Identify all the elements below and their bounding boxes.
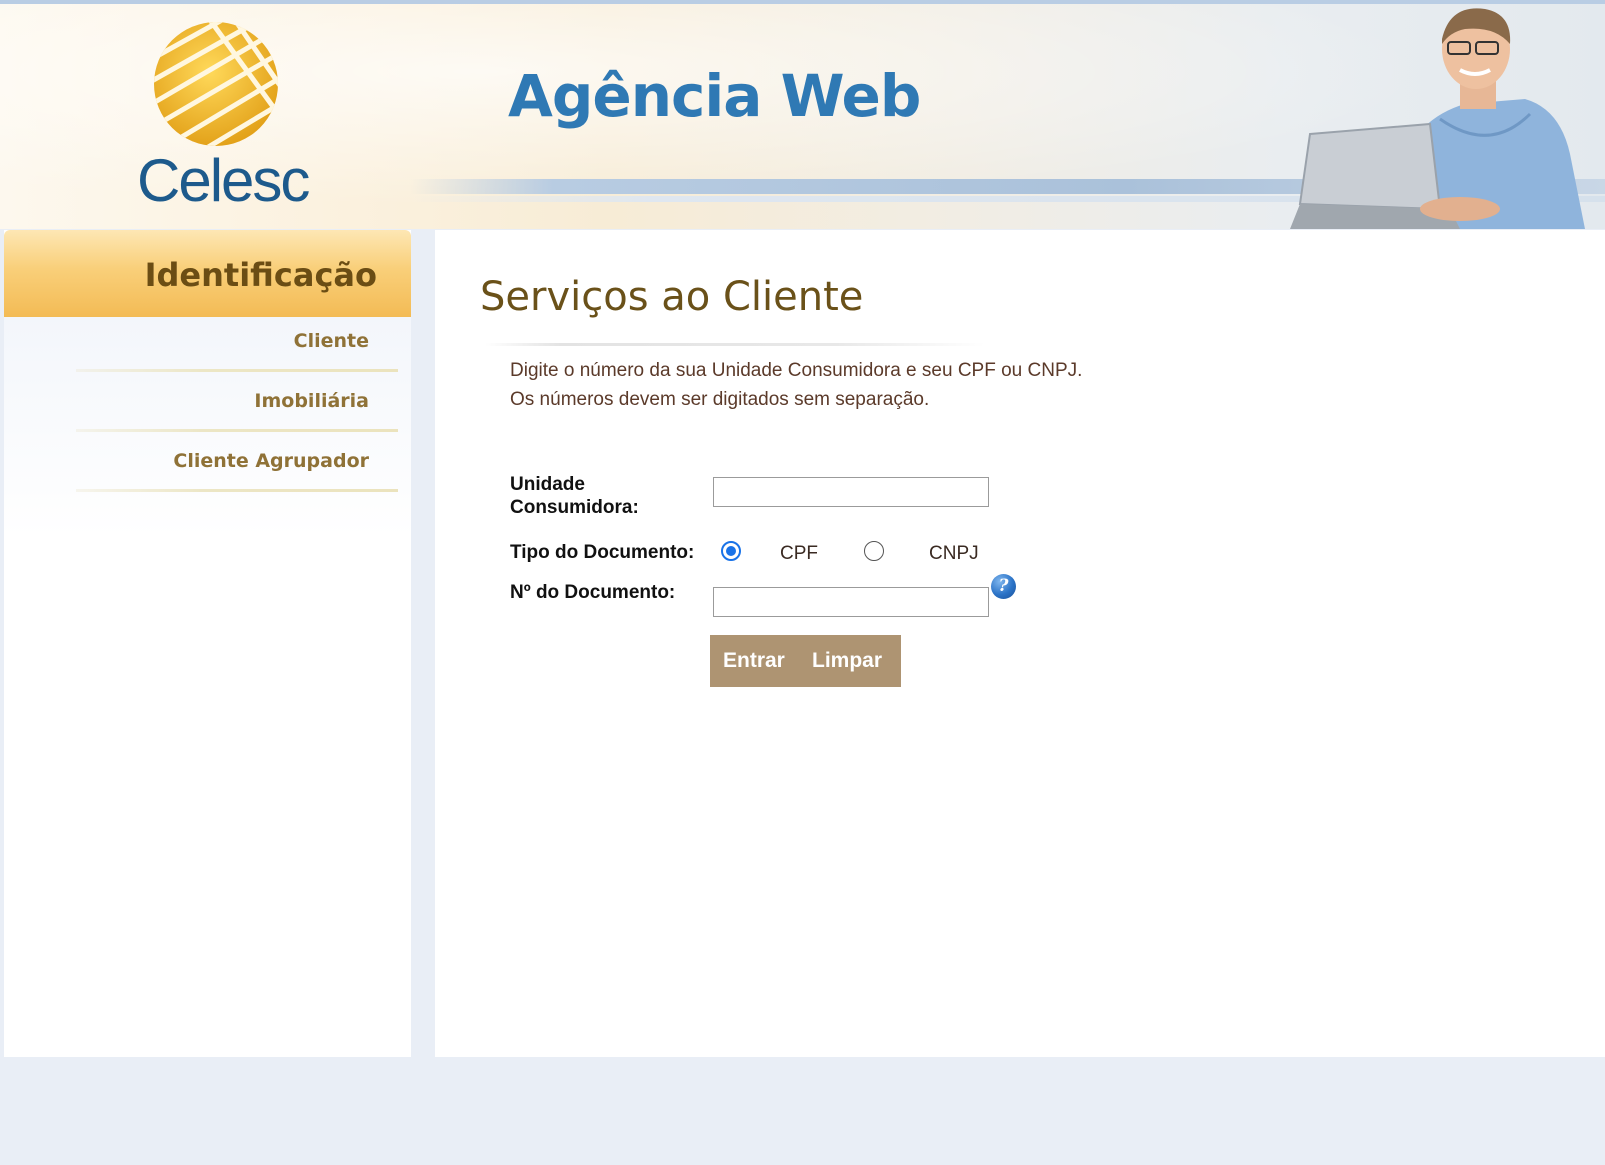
entrar-button[interactable]: Entrar (723, 635, 785, 687)
unidade-consumidora-input[interactable] (713, 477, 989, 507)
unidade-consumidora-label: Unidade Consumidora: (510, 473, 639, 519)
sidebar-item-cliente-agrupador[interactable]: Cliente Agrupador (76, 432, 401, 492)
instruction-line-2: Os números devem ser digitados sem separ… (510, 389, 930, 410)
cnpj-radio[interactable] (864, 541, 884, 561)
help-icon[interactable]: ? (991, 574, 1016, 599)
cpf-radio[interactable] (721, 541, 741, 561)
doc-number-label: Nº do Documento: (510, 582, 676, 603)
sidebar-item-label: Imobiliária (254, 390, 369, 412)
header-banner: Celesc Agência Web (0, 4, 1605, 229)
label-line: Unidade (510, 474, 585, 495)
sidebar-item-label: Cliente Agrupador (173, 450, 369, 472)
label-line: Consumidora: (510, 497, 639, 518)
sidebar-title: Identificação (144, 256, 377, 294)
celesc-logo-text: Celesc (137, 147, 310, 214)
divider (76, 489, 398, 492)
sidebar: Identificação Cliente Imobiliária Client… (4, 230, 411, 1057)
main-content: Serviços ao Cliente Digite o número da s… (435, 230, 1605, 1057)
form-buttons: Entrar Limpar (710, 635, 901, 687)
sidebar-header: Identificação (4, 230, 411, 317)
cpf-radio-label: CPF (780, 543, 818, 564)
sidebar-item-label: Cliente (293, 330, 369, 352)
sidebar-item-imobiliaria[interactable]: Imobiliária (76, 372, 401, 432)
limpar-button[interactable]: Limpar (812, 635, 882, 687)
sidebar-item-cliente[interactable]: Cliente (76, 312, 401, 372)
title-divider (485, 343, 985, 346)
instruction-line-1: Digite o número da sua Unidade Consumido… (510, 360, 1083, 381)
person-with-laptop-image (1290, 8, 1585, 229)
cnpj-radio-label: CNPJ (929, 543, 979, 564)
celesc-logo-icon (154, 22, 278, 146)
doc-number-input[interactable] (713, 587, 989, 617)
site-title: Agência Web (508, 62, 921, 130)
page-title: Serviços ao Cliente (480, 274, 864, 320)
doc-type-label: Tipo do Documento: (510, 542, 695, 563)
